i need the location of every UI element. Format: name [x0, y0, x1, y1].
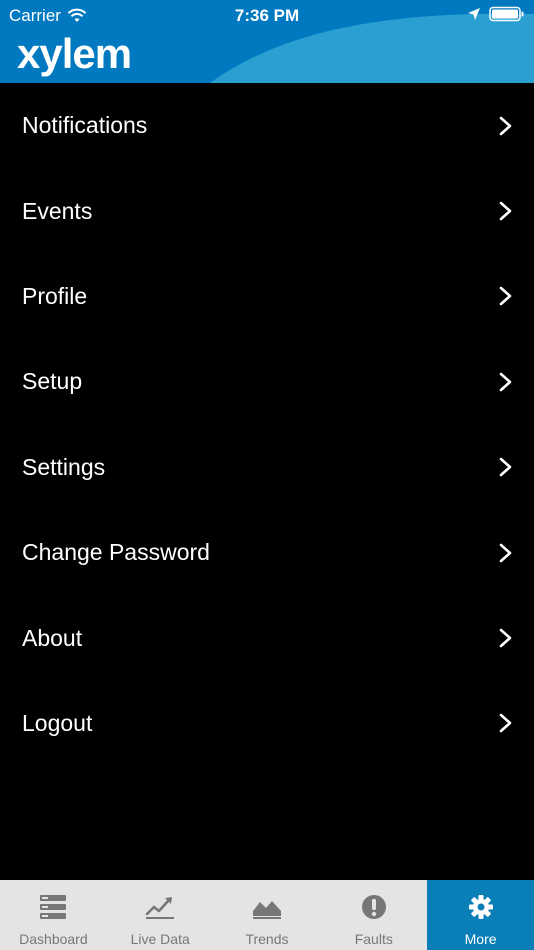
chevron-right-icon — [499, 457, 512, 477]
app-screen: Carrier 7:36 PM xylem Notifications Even… — [0, 0, 534, 950]
menu-item-profile[interactable]: Profile — [0, 254, 534, 339]
alert-circle-icon — [361, 895, 386, 919]
line-trend-icon — [145, 897, 175, 919]
menu-item-label: Notifications — [22, 112, 148, 139]
tab-trends[interactable]: Trends — [214, 880, 321, 950]
menu-item-label: Change Password — [22, 539, 210, 566]
server-stack-icon — [40, 895, 67, 919]
tab-more[interactable]: More — [427, 880, 534, 950]
tab-dashboard[interactable]: Dashboard — [0, 880, 107, 950]
menu-item-change-password[interactable]: Change Password — [0, 510, 534, 595]
menu-item-label: Events — [22, 197, 93, 224]
chevron-right-icon — [499, 628, 512, 648]
tab-faults[interactable]: Faults — [320, 880, 427, 950]
tab-bar: Dashboard Live Data Trends Faults More — [0, 880, 534, 950]
menu-item-settings[interactable]: Settings — [0, 425, 534, 510]
tab-live-data[interactable]: Live Data — [107, 880, 214, 950]
app-header: Carrier 7:36 PM xylem — [0, 0, 534, 83]
tab-label: Live Data — [130, 931, 190, 947]
menu-item-label: About — [22, 624, 83, 651]
tab-label: Dashboard — [19, 931, 88, 947]
battery-icon — [489, 6, 524, 22]
menu-item-events[interactable]: Events — [0, 168, 534, 253]
gear-icon — [468, 895, 493, 919]
menu-item-label: Logout — [22, 709, 93, 736]
status-time: 7:36 PM — [234, 6, 300, 25]
chevron-right-icon — [499, 116, 512, 135]
more-menu-list: Notifications Events Profile Setup Setti… — [0, 83, 534, 766]
menu-item-label: Setup — [22, 368, 83, 395]
menu-item-label: Settings — [22, 453, 106, 480]
menu-item-logout[interactable]: Logout — [0, 681, 534, 766]
status-right-group — [467, 6, 525, 22]
menu-item-label: Profile — [22, 282, 88, 309]
status-bar: Carrier 7:36 PM — [0, 0, 534, 30]
tab-label: More — [464, 931, 497, 947]
xylem-logo: xylem — [17, 30, 132, 77]
chevron-right-icon — [499, 543, 512, 562]
menu-item-notifications[interactable]: Notifications — [0, 83, 534, 168]
tab-label: Trends — [245, 931, 289, 947]
location-arrow-icon — [468, 8, 480, 20]
area-chart-icon — [252, 901, 281, 919]
chevron-right-icon — [499, 372, 512, 392]
chevron-right-icon — [499, 201, 512, 221]
menu-item-setup[interactable]: Setup — [0, 339, 534, 424]
chevron-right-icon — [499, 287, 512, 306]
menu-item-about[interactable]: About — [0, 595, 534, 680]
tab-label: Faults — [354, 931, 393, 947]
chevron-right-icon — [499, 714, 512, 733]
